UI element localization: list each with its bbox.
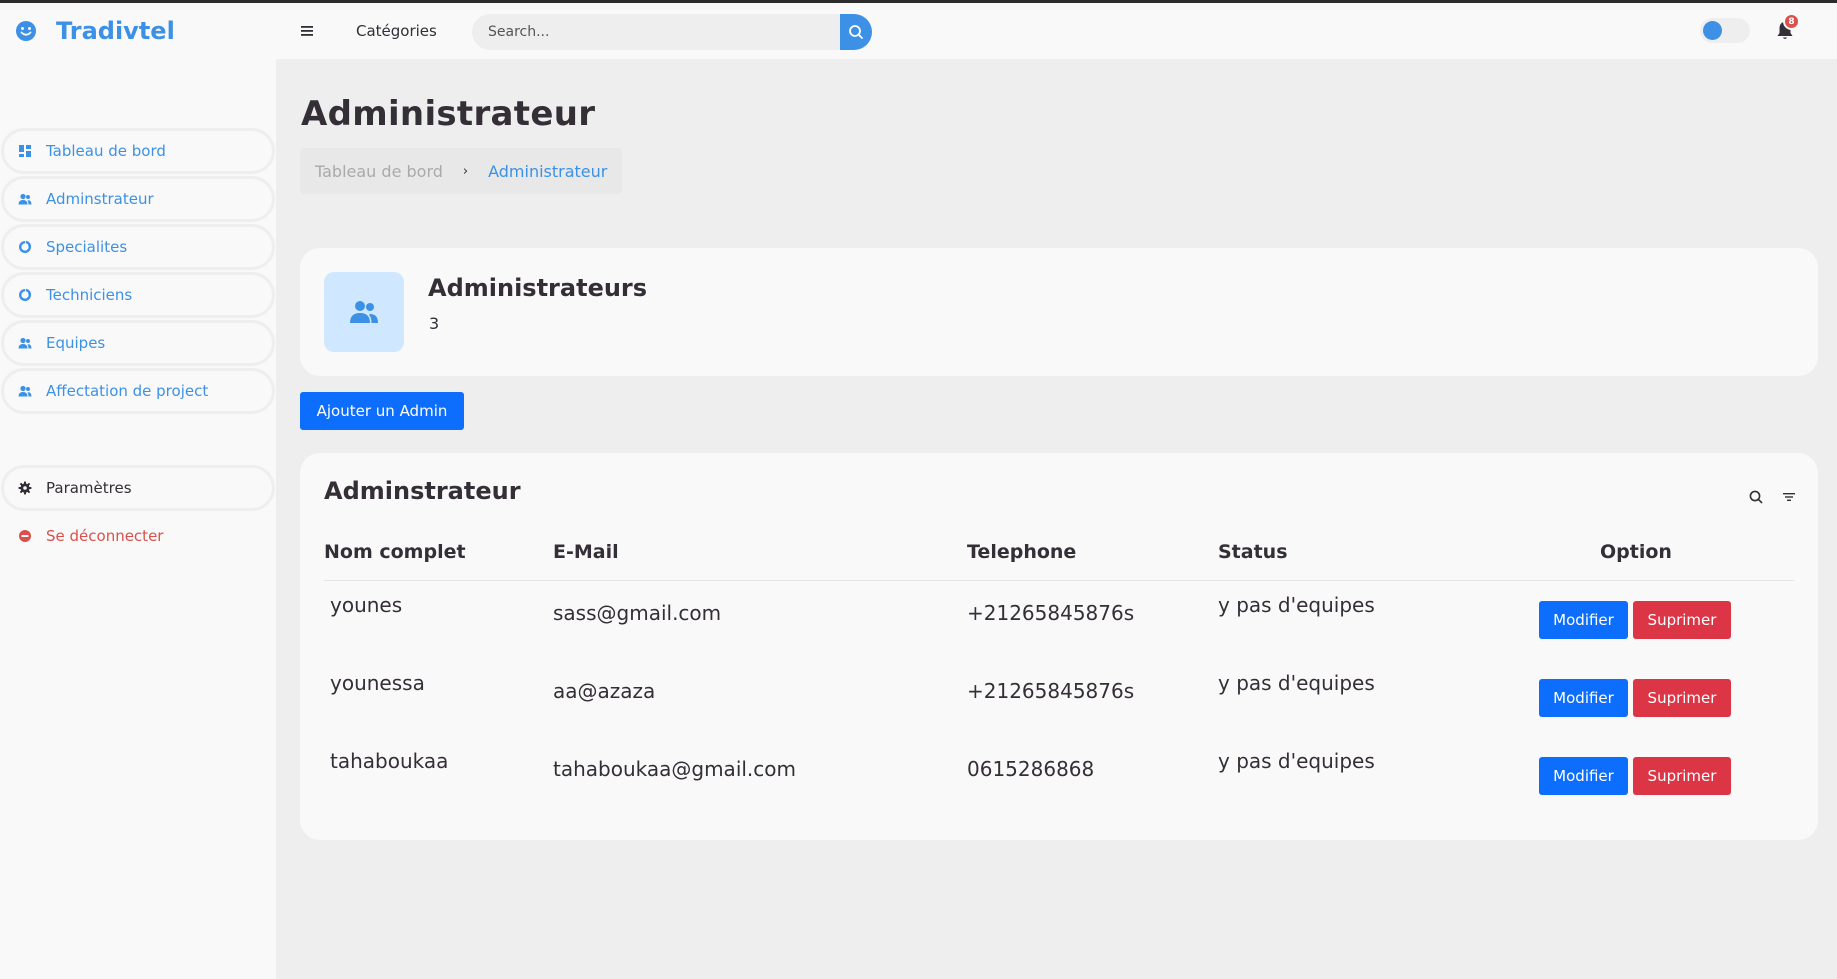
sidebar-item-adminstrateur[interactable]: Adminstrateur [4, 179, 272, 219]
cell-email: sass@gmail.com [553, 601, 722, 625]
search-icon[interactable] [1748, 489, 1764, 505]
column-header-option: Option [1600, 541, 1672, 563]
table-heading: Adminstrateur [324, 477, 521, 505]
breadcrumb-item-current[interactable]: Administrateur [488, 162, 607, 181]
table-row: tahaboukaa tahaboukaa@gmail.com 06152868… [300, 749, 1818, 827]
donut-chart-icon [18, 240, 32, 254]
dashboard-icon [19, 145, 31, 157]
users-icon [350, 301, 378, 323]
filter-icon[interactable] [1782, 490, 1796, 504]
breadcrumb-item-dashboard[interactable]: Tableau de bord [315, 162, 443, 181]
users-icon [18, 193, 32, 205]
cell-name: younessa [330, 671, 425, 695]
sidebar-item-label: Techniciens [46, 286, 133, 304]
cell-status: y pas d'equipes [1218, 671, 1375, 695]
column-header-status: Status [1218, 541, 1288, 563]
toggle-knob [1703, 21, 1722, 40]
sidebar-item-label: Adminstrateur [46, 190, 154, 208]
column-header-telephone: Telephone [967, 541, 1077, 563]
cell-email: aa@azaza [553, 679, 656, 703]
sidebar-menu: Tableau de bord Adminstrateur Specialite… [4, 131, 272, 419]
cell-phone: +21265845876s [967, 601, 1135, 625]
breadcrumb: Tableau de bord › Administrateur [300, 148, 623, 194]
cell-email: tahaboukaa@gmail.com [553, 757, 796, 781]
theme-toggle[interactable] [1700, 18, 1750, 43]
modify-button[interactable]: Modifier [1539, 601, 1628, 639]
column-header-name: Nom complet [324, 541, 466, 563]
sidebar-item-logout[interactable]: Se déconnecter [4, 516, 272, 556]
column-header-email: E-Mail [553, 541, 619, 563]
sidebar-item-specialites[interactable]: Specialites [4, 227, 272, 267]
stat-title: Administrateurs [428, 274, 648, 302]
delete-button[interactable]: Suprimer [1633, 679, 1731, 717]
sidebar-item-label: Paramètres [46, 479, 132, 497]
cell-phone: +21265845876s [967, 679, 1135, 703]
cell-name: younes [330, 593, 403, 617]
search-button[interactable] [840, 14, 872, 50]
modify-button[interactable]: Modifier [1539, 679, 1628, 717]
sidebar: Tableau de bord Adminstrateur Specialite… [0, 59, 276, 979]
sidebar-item-techniciens[interactable]: Techniciens [4, 275, 272, 315]
sidebar-item-affectation[interactable]: Affectation de project [4, 371, 272, 411]
sidebar-item-label: Equipes [46, 334, 106, 352]
page-title: Administrateur [301, 94, 596, 134]
chevron-right-icon: › [462, 163, 469, 179]
admin-table-card: Adminstrateur Nom complet E-Mail Telepho… [300, 453, 1818, 840]
logout-icon [19, 530, 31, 542]
sidebar-item-label: Se déconnecter [46, 527, 164, 545]
users-icon [18, 385, 32, 397]
stat-icon-box [324, 272, 404, 352]
brand-logo[interactable]: Tradivtel [14, 17, 175, 45]
sidebar-bottom-menu: Paramètres Se déconnecter [4, 468, 272, 564]
cell-status: y pas d'equipes [1218, 593, 1375, 617]
cell-name: tahaboukaa [330, 749, 449, 773]
table-row: younes sass@gmail.com +21265845876s y pa… [300, 593, 1818, 671]
cell-status: y pas d'equipes [1218, 749, 1375, 773]
delete-button[interactable]: Suprimer [1633, 601, 1731, 639]
table-row: younessa aa@azaza +21265845876s y pas d'… [300, 671, 1818, 749]
delete-button[interactable]: Suprimer [1633, 757, 1731, 795]
admin-count-card: Administrateurs 3 [300, 248, 1818, 376]
hamburger-menu-icon[interactable] [300, 22, 316, 40]
sidebar-item-label: Tableau de bord [46, 142, 166, 160]
sidebar-item-dashboard[interactable]: Tableau de bord [4, 131, 272, 171]
gear-icon [18, 481, 32, 495]
table-header-divider [324, 580, 1794, 581]
stat-value: 3 [429, 314, 440, 333]
sidebar-item-label: Specialites [46, 238, 128, 256]
search-icon [849, 25, 863, 39]
search-form [472, 14, 872, 50]
sidebar-item-equipes[interactable]: Equipes [4, 323, 272, 363]
notification-badge: 8 [1783, 13, 1800, 30]
smile-icon [16, 21, 36, 41]
brand-name: Tradivtel [56, 17, 175, 45]
categories-link[interactable]: Catégories [356, 22, 437, 40]
sidebar-item-parametres[interactable]: Paramètres [4, 468, 272, 508]
search-input[interactable] [472, 14, 842, 50]
modify-button[interactable]: Modifier [1539, 757, 1628, 795]
donut-chart-icon [18, 288, 32, 302]
sidebar-item-label: Affectation de project [46, 382, 209, 400]
users-icon [18, 337, 32, 349]
add-admin-button[interactable]: Ajouter un Admin [300, 392, 464, 430]
cell-phone: 0615286868 [967, 757, 1095, 781]
top-navbar: Tradivtel Catégories 8 [0, 3, 1837, 59]
